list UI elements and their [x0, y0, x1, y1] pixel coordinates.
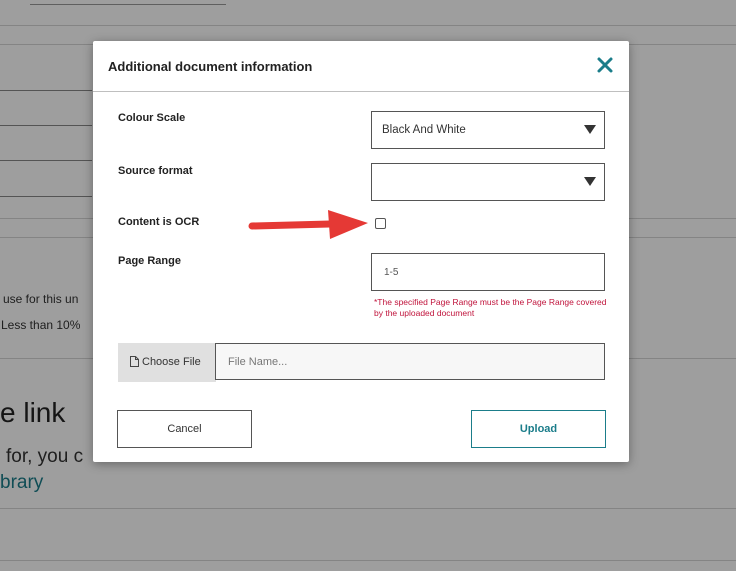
source-format-label: Source format	[118, 165, 193, 177]
close-icon[interactable]	[595, 55, 615, 75]
file-name-placeholder: File Name...	[228, 356, 288, 368]
source-format-select[interactable]	[371, 163, 605, 201]
ocr-checkbox[interactable]	[375, 218, 386, 229]
choose-file-button[interactable]: Choose File	[118, 343, 216, 382]
modal-title: Additional document information	[108, 59, 313, 74]
page-range-label: Page Range	[118, 255, 181, 267]
file-name-field[interactable]: File Name...	[215, 343, 605, 380]
chevron-down-icon	[584, 177, 596, 186]
upload-button[interactable]: Upload	[471, 410, 606, 448]
additional-info-modal: Additional document information Colour S…	[93, 41, 629, 462]
colour-scale-label: Colour Scale	[118, 112, 186, 124]
cancel-button[interactable]: Cancel	[117, 410, 252, 448]
ocr-label: Content is OCR	[118, 216, 200, 228]
modal-header: Additional document information	[93, 41, 629, 92]
annotation-arrow-icon	[248, 210, 368, 239]
page-range-input[interactable]: 1-5	[371, 253, 605, 291]
chevron-down-icon	[584, 125, 596, 134]
file-upload-row: Choose File File Name...	[118, 343, 605, 382]
page-range-warning: *The specified Page Range must be the Pa…	[374, 297, 607, 318]
colour-scale-value: Black And White	[382, 124, 466, 136]
choose-file-label: Choose File	[142, 356, 201, 368]
file-icon	[130, 356, 139, 367]
page-range-value: 1-5	[384, 267, 399, 278]
colour-scale-select[interactable]: Black And White	[371, 111, 605, 149]
